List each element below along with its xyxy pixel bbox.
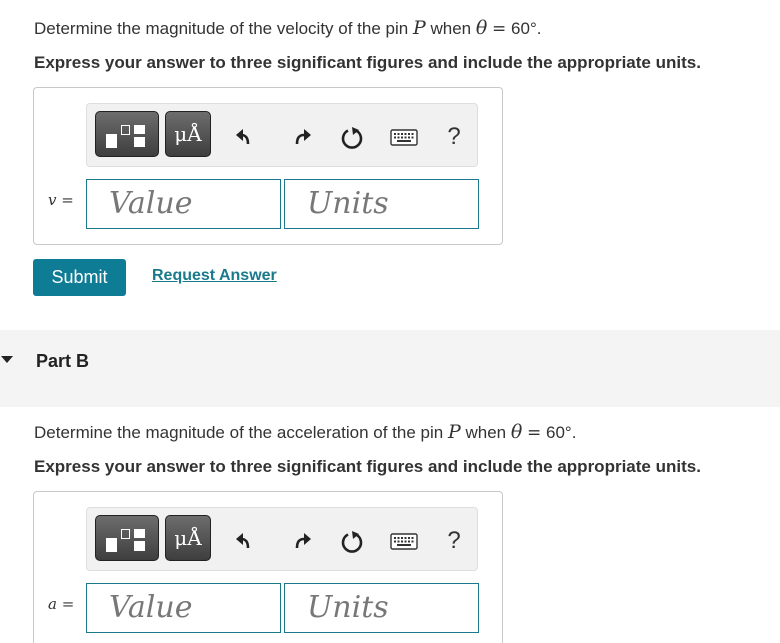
- units-icon: μÅ: [174, 526, 202, 550]
- part-b-instruction: Express your answer to three significant…: [34, 457, 701, 476]
- redo-icon[interactable]: [288, 125, 314, 151]
- part-a-instruction: Express your answer to three significant…: [34, 53, 701, 72]
- part-a-value-input[interactable]: Value: [86, 179, 281, 229]
- part-b-question: Determine the magnitude of the accelerat…: [34, 421, 577, 443]
- part-b-title: Part B: [36, 351, 90, 371]
- submit-button[interactable]: Submit: [33, 259, 126, 296]
- keyboard-icon[interactable]: [390, 529, 418, 555]
- help-icon[interactable]: ?: [444, 124, 464, 150]
- part-a-answer-box: μÅ ? v = Value Units: [33, 87, 503, 245]
- redo-icon[interactable]: [288, 529, 314, 555]
- reset-icon[interactable]: [339, 125, 365, 151]
- part-a-variable-label: v =: [48, 191, 74, 209]
- templates-button[interactable]: [95, 515, 159, 561]
- part-b-units-input[interactable]: Units: [284, 583, 479, 633]
- part-b-value-input[interactable]: Value: [86, 583, 281, 633]
- part-a-question: Determine the magnitude of the velocity …: [34, 17, 542, 39]
- units-button[interactable]: μÅ: [165, 515, 211, 561]
- help-icon[interactable]: ?: [444, 528, 464, 554]
- undo-icon[interactable]: [233, 529, 259, 555]
- request-answer-link[interactable]: Request Answer: [152, 267, 277, 285]
- part-b-answer-box: μÅ ? a = Value Units: [33, 491, 503, 643]
- part-a-toolbar: μÅ ?: [86, 103, 478, 167]
- units-button[interactable]: μÅ: [165, 111, 211, 157]
- keyboard-icon[interactable]: [390, 125, 418, 151]
- part-b-header[interactable]: Part B: [0, 330, 780, 407]
- part-b-toolbar: μÅ ?: [86, 507, 478, 571]
- templates-button[interactable]: [95, 111, 159, 157]
- collapse-arrow-icon[interactable]: [1, 356, 13, 363]
- units-icon: μÅ: [174, 122, 202, 146]
- part-a-units-input[interactable]: Units: [284, 179, 479, 229]
- undo-icon[interactable]: [233, 125, 259, 151]
- reset-icon[interactable]: [339, 529, 365, 555]
- part-b-variable-label: a =: [48, 595, 75, 613]
